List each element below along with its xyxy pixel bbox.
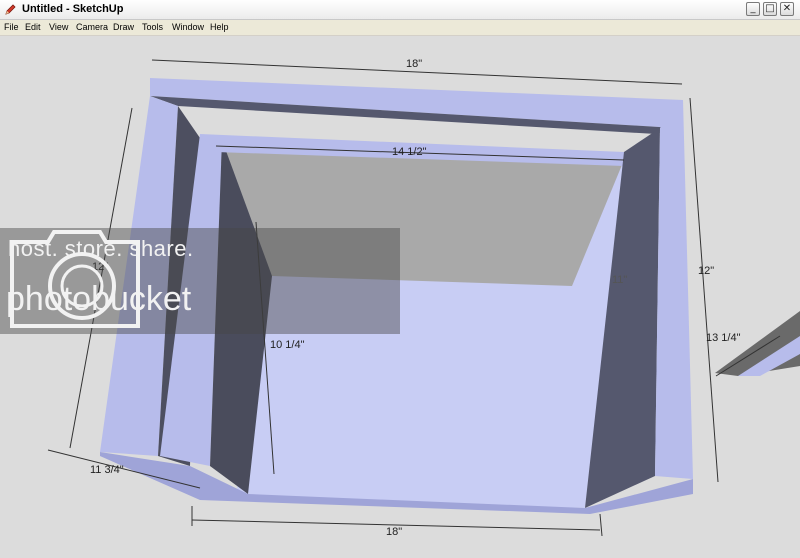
sketchup-pencil-icon [5, 4, 16, 15]
menu-tools[interactable]: Tools [142, 22, 163, 32]
dim-top-width: 18" [406, 58, 423, 70]
menu-bar: File Edit View Camera Draw Tools Window … [0, 20, 800, 36]
menu-help[interactable]: Help [210, 22, 229, 32]
camera-icon [10, 230, 140, 328]
model-viewport[interactable]: 18" 14 1/2" 12" 12" 10 1/4" 11 3/4" 13 1… [0, 36, 800, 558]
right-outer-board [655, 100, 693, 479]
dim-right-height: 12" [698, 265, 715, 277]
menu-edit[interactable]: Edit [25, 22, 41, 32]
dim-bottom-width: 18" [386, 526, 403, 538]
minimize-button[interactable]: _ [746, 2, 760, 16]
window-title: Untitled - SketchUp [22, 3, 124, 15]
title-bar: Untitled - SketchUp _ □ ✕ [0, 0, 800, 20]
dim-right-depth: 13 1/4" [706, 332, 741, 344]
menu-camera[interactable]: Camera [76, 22, 108, 32]
dim-inner-width: 14 1/2" [392, 146, 427, 158]
menu-window[interactable]: Window [172, 22, 204, 32]
close-button[interactable]: ✕ [780, 2, 794, 16]
photobucket-watermark: host. store. share. photobucket [0, 228, 400, 334]
menu-draw[interactable]: Draw [113, 22, 134, 32]
dim-inner-height: 10 1/4" [270, 339, 305, 351]
menu-view[interactable]: View [49, 22, 68, 32]
maximize-button[interactable]: □ [763, 2, 777, 16]
dim-left-depth: 11 3/4" [90, 464, 124, 476]
dim-right-inner: 11" [612, 274, 628, 286]
menu-file[interactable]: File [4, 22, 19, 32]
